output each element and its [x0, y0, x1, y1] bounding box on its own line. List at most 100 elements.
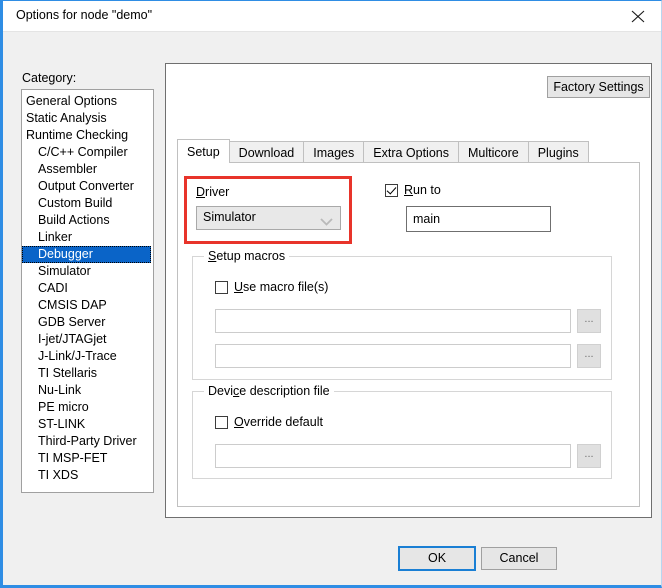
sidebar-item-cmsis-dap[interactable]: CMSIS DAP [22, 297, 153, 314]
sidebar-item-label: Nu-Link [38, 383, 82, 397]
driver-label-rest: river [205, 185, 230, 199]
category-list[interactable]: General Options Static Analysis Runtime Ch… [21, 89, 154, 493]
sidebar-item-debugger[interactable]: Debugger [22, 246, 151, 263]
sidebar-item-label: CADI [38, 281, 68, 295]
sidebar-item-pe-micro[interactable]: PE micro [22, 399, 153, 416]
driver-label: Driver [196, 185, 229, 199]
setup-macros-title-rest: etup macros [216, 249, 286, 263]
sidebar-item-label: J-Link/J-Trace [38, 349, 117, 363]
tab-plugins[interactable]: Plugins [527, 141, 589, 163]
override-default-label: Override default [234, 415, 323, 429]
device-description-title: Device description file [204, 384, 334, 398]
sidebar-item-simulator[interactable]: Simulator [22, 263, 153, 280]
macro-file-browse-button-1[interactable]: ... [577, 309, 601, 333]
run-to-checkbox[interactable]: Run to [385, 183, 441, 197]
sidebar-item-linker[interactable]: Linker [22, 229, 153, 246]
close-glyph [631, 10, 645, 23]
sidebar-item-general-options[interactable]: General Options [22, 93, 153, 110]
sidebar-item-nu-link[interactable]: Nu-Link [22, 382, 153, 399]
sidebar-item-label: Third-Party Driver [38, 434, 137, 448]
sidebar-item-label: I-jet/JTAGjet [38, 332, 107, 346]
options-dialog: Options for node "demo" Category: Genera… [0, 0, 662, 588]
override-default-label-accel: O [234, 415, 244, 429]
sidebar-item-label: Simulator [38, 264, 91, 278]
sidebar-item-label: Assembler [38, 162, 98, 176]
sidebar-item-label: Linker [38, 230, 73, 244]
tab-download[interactable]: Download [228, 141, 305, 163]
override-default-check-box[interactable] [215, 415, 228, 429]
run-to-label-accel: R [404, 183, 414, 197]
sidebar-item-label: Build Actions [38, 213, 110, 227]
category-label: Category: [22, 71, 77, 85]
ok-button[interactable]: OK [398, 546, 476, 571]
sidebar-item-label: TI MSP-FET [38, 451, 108, 465]
sidebar-item-label: TI XDS [38, 468, 79, 482]
sidebar-item-i-jet-jtagjet[interactable]: I-jet/JTAGjet [22, 331, 153, 348]
tab-setup[interactable]: Setup [177, 139, 230, 163]
driver-label-accel: D [196, 185, 206, 199]
override-default-label-rest: verride default [243, 415, 323, 429]
sidebar-item-output-converter[interactable]: Output Converter [22, 178, 153, 195]
use-macro-files-label-rest: se macro file(s) [243, 280, 329, 294]
sidebar-item-label: CMSIS DAP [38, 298, 107, 312]
sidebar-item-third-party-driver[interactable]: Third-Party Driver [22, 433, 153, 450]
sidebar-item-build-actions[interactable]: Build Actions [22, 212, 153, 229]
close-icon[interactable] [616, 1, 661, 30]
sidebar-item-label: C/C++ Compiler [38, 145, 128, 159]
macro-file-browse-button-2[interactable]: ... [577, 344, 601, 368]
sidebar-item-label: Output Converter [38, 179, 134, 193]
tab-extra-options[interactable]: Extra Options [363, 141, 459, 163]
run-to-label: Run to [404, 183, 441, 197]
sidebar-item-ti-msp-fet[interactable]: TI MSP-FET [22, 450, 153, 467]
sidebar-item-label: GDB Server [38, 315, 106, 329]
sidebar-item-static-analysis[interactable]: Static Analysis [22, 110, 153, 127]
sidebar-item-ti-xds[interactable]: TI XDS [22, 467, 153, 484]
use-macro-files-label-accel: U [234, 280, 244, 294]
sidebar-item-label: Debugger [38, 247, 93, 261]
sidebar-item-label: General Options [26, 94, 118, 108]
chevron-down-icon [320, 215, 333, 229]
setup-tab-panel: Driver Simulator Run to Setup macros [177, 162, 640, 507]
tab-images[interactable]: Images [303, 141, 365, 163]
sidebar-item-label: Runtime Checking [26, 128, 129, 142]
sidebar-item-label: PE micro [38, 400, 89, 414]
sidebar-item-runtime-checking[interactable]: Runtime Checking [22, 127, 153, 144]
use-macro-files-label: Use macro file(s) [234, 280, 328, 294]
sidebar-item-ti-stellaris[interactable]: TI Stellaris [22, 365, 153, 382]
sidebar-item-label: Static Analysis [26, 111, 107, 125]
override-default-checkbox[interactable]: Override default [215, 415, 323, 429]
run-to-check-box[interactable] [385, 183, 398, 197]
factory-settings-button[interactable]: Factory Settings [547, 76, 650, 98]
tab-strip: Setup Download Images Extra Options Multicor… [177, 139, 589, 163]
tab-multicore[interactable]: Multicore [458, 141, 529, 163]
device-description-group: Device description file Override default… [192, 384, 612, 479]
sidebar-item-cadi[interactable]: CADI [22, 280, 153, 297]
sidebar-item-label: Custom Build [38, 196, 113, 210]
sidebar-item-gdb-server[interactable]: GDB Server [22, 314, 153, 331]
use-macro-files-check-box[interactable] [215, 280, 228, 294]
device-description-file-row: ... [215, 444, 601, 468]
sidebar-item-st-link[interactable]: ST-LINK [22, 416, 153, 433]
macro-file-row-1: ... [215, 309, 601, 333]
macro-file-input-2[interactable] [215, 344, 571, 368]
macro-file-row-2: ... [215, 344, 601, 368]
title-bar: Options for node "demo" [3, 1, 661, 32]
device-description-file-input[interactable] [215, 444, 571, 468]
sidebar-item-assembler[interactable]: Assembler [22, 161, 153, 178]
setup-macros-group: Setup macros Use macro file(s) ... ... [192, 249, 612, 380]
sidebar-item-label: ST-LINK [38, 417, 86, 431]
sidebar-item-label: TI Stellaris [38, 366, 98, 380]
options-panel: Factory Settings Setup Download Images Extr… [165, 63, 652, 518]
driver-select[interactable]: Simulator [196, 206, 341, 230]
sidebar-item-c-c-compiler[interactable]: C/C++ Compiler [22, 144, 153, 161]
cancel-button[interactable]: Cancel [481, 547, 557, 570]
device-description-browse-button[interactable]: ... [577, 444, 601, 468]
run-to-input[interactable] [406, 206, 551, 232]
sidebar-item-custom-build[interactable]: Custom Build [22, 195, 153, 212]
run-to-label-rest: un to [413, 183, 441, 197]
macro-file-input-1[interactable] [215, 309, 571, 333]
device-description-title-pre: Devi [208, 384, 234, 398]
driver-selected-value: Simulator [203, 210, 256, 224]
sidebar-item-j-link-j-trace[interactable]: J-Link/J-Trace [22, 348, 153, 365]
use-macro-files-checkbox[interactable]: Use macro file(s) [215, 280, 328, 294]
